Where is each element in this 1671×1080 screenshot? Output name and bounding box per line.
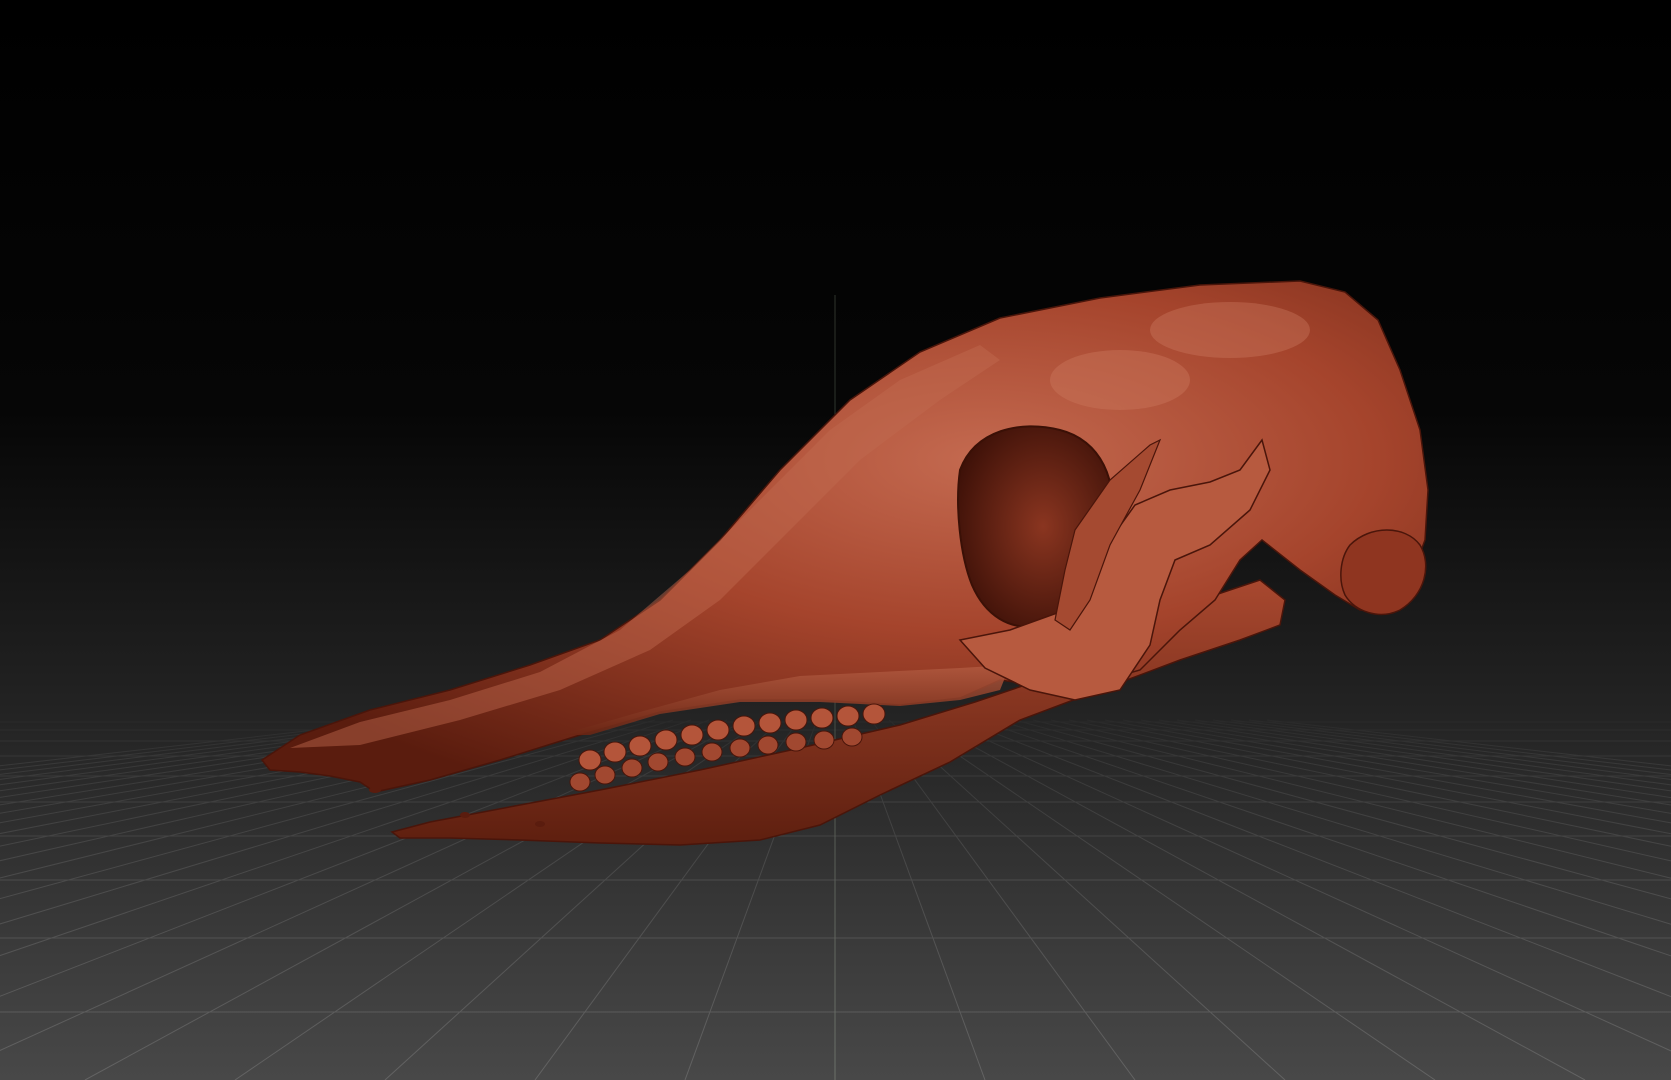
tooth bbox=[785, 732, 807, 752]
tooth bbox=[706, 719, 730, 741]
tooth bbox=[836, 705, 860, 727]
tooth bbox=[758, 712, 782, 734]
jaw-pore bbox=[535, 821, 545, 827]
tooth bbox=[569, 772, 591, 792]
tooth bbox=[674, 747, 696, 767]
tooth bbox=[732, 715, 756, 737]
viewport-canvas[interactable] bbox=[0, 0, 1671, 1080]
brow-bump bbox=[1050, 350, 1190, 410]
tooth bbox=[784, 709, 808, 731]
tooth bbox=[813, 730, 835, 750]
tooth bbox=[628, 735, 652, 757]
snout-tip-pore bbox=[369, 787, 381, 793]
tooth bbox=[862, 703, 886, 725]
tooth bbox=[757, 735, 779, 755]
jaw-pore bbox=[460, 812, 470, 818]
tooth bbox=[578, 749, 602, 771]
tooth bbox=[729, 738, 751, 758]
tooth bbox=[810, 707, 834, 729]
tooth bbox=[654, 729, 678, 751]
tooth bbox=[841, 727, 863, 747]
3d-viewport[interactable] bbox=[0, 0, 1671, 1080]
cranium-highlight bbox=[1150, 302, 1310, 358]
tooth bbox=[680, 724, 704, 746]
tooth bbox=[647, 752, 669, 772]
tooth bbox=[603, 741, 627, 763]
tooth bbox=[594, 765, 616, 785]
tooth bbox=[701, 742, 723, 762]
tooth bbox=[621, 758, 643, 778]
